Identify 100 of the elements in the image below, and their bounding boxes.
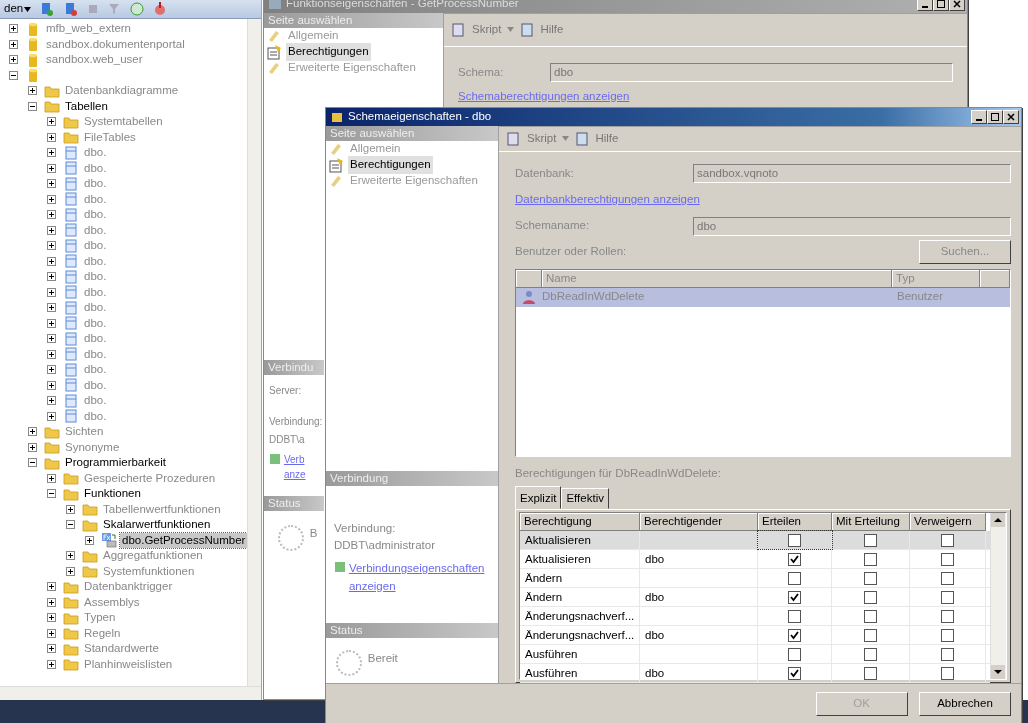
tab[interactable]: Effektiv [561,487,609,509]
link[interactable]: Schemaberechtigungen anzeigen [458,87,630,105]
expand-toggle-icon[interactable] [47,349,56,359]
database-field[interactable]: sandbox.vqnoto [693,164,1011,184]
checkbox[interactable] [788,609,801,623]
tree-item[interactable]: dbo. [82,145,109,161]
tree-item[interactable]: Funktionen [82,486,143,502]
expand-toggle-icon[interactable] [28,442,37,452]
link[interactable]: anze [283,467,306,483]
script-button[interactable]: Skript [472,20,502,39]
expand-toggle-icon[interactable] [47,473,56,483]
expand-toggle-icon[interactable] [47,365,56,375]
tree-item[interactable]: Sichten [63,424,106,440]
permission-row[interactable]: Aktualisieren dbo [520,550,990,569]
tree-item[interactable]: dbo. [82,331,109,347]
checkbox[interactable] [941,533,954,547]
checkbox[interactable] [864,533,877,547]
maximize-icon[interactable] [990,112,1000,122]
expand-toggle-icon[interactable] [66,566,75,576]
tree-item[interactable]: dbo. [82,253,109,269]
tree-item[interactable]: dbo. [82,207,109,223]
expand-toggle-icon[interactable] [47,179,56,189]
checkbox[interactable] [788,590,801,604]
tree-item[interactable]: Regeln [82,625,123,641]
connect-icon[interactable] [39,1,56,17]
tree-item[interactable]: dbo. [82,191,109,207]
tree-item[interactable]: dbo. [82,346,109,362]
checkbox[interactable] [788,533,801,547]
expand-toggle-icon[interactable] [47,411,56,421]
expand-toggle-icon[interactable] [66,504,75,514]
tree-item[interactable]: dbo.GetProcessNumber [120,532,247,548]
expand-toggle-icon[interactable] [9,24,18,34]
horizontal-scrollbar[interactable] [0,686,261,700]
tree-item[interactable]: dbo. [82,408,109,424]
expand-toggle-icon[interactable] [47,132,56,142]
cancel-button[interactable]: Abbrechen [919,692,1011,716]
checkbox[interactable] [788,628,801,642]
vertical-scrollbar[interactable] [247,19,261,686]
checkbox[interactable] [864,628,877,642]
expand-toggle-icon[interactable] [28,86,37,96]
expand-toggle-icon[interactable] [47,163,56,173]
checkbox[interactable] [864,609,877,623]
tree-item[interactable]: dbo. [82,362,109,378]
tree-item[interactable]: sandbox.web_user [44,52,145,68]
expand-toggle-icon[interactable] [47,613,56,623]
schema-field[interactable]: dbo [550,63,953,82]
tree-item[interactable]: Tabellen [63,98,110,114]
tree-item[interactable]: Synonyme [63,439,122,455]
scroll-up-icon[interactable] [991,513,1005,527]
checkbox[interactable] [864,571,877,585]
expand-toggle-icon[interactable] [47,582,56,592]
checkbox[interactable] [788,666,801,680]
tree-item[interactable]: Typen [82,610,118,626]
tree-item[interactable]: dbo. [82,269,109,285]
expand-toggle-icon[interactable] [66,520,75,530]
permission-row[interactable]: Ändern dbo [520,588,990,607]
checkbox[interactable] [941,590,954,604]
page-item[interactable]: Allgemein [286,27,341,45]
checkbox[interactable] [941,571,954,585]
checkbox[interactable] [864,666,877,680]
tree-item[interactable]: Datenbankdiagramme [63,83,181,99]
tree-item[interactable]: Assemblys [82,594,142,610]
checkbox[interactable] [941,628,954,642]
vertical-scrollbar[interactable] [990,513,1006,679]
help-button[interactable]: Hilfe [540,20,564,39]
tree-item[interactable]: dbo. [82,176,109,192]
checkbox[interactable] [864,647,877,661]
tree-item[interactable]: Aggregatfunktionen [101,548,205,564]
expand-toggle-icon[interactable] [47,117,56,127]
expand-toggle-icon[interactable] [47,318,56,328]
permission-row[interactable]: Änderungsnachverf... dbo [520,626,990,645]
expand-toggle-icon[interactable] [47,644,56,654]
search-button[interactable]: Suchen... [919,239,1011,264]
tree-item[interactable]: dbo. [82,315,109,331]
page-item[interactable]: Berechtigungen [348,156,433,174]
column-header[interactable]: Typ [892,269,980,288]
disconnect-icon[interactable] [63,1,80,17]
column-header[interactable]: Name [542,269,892,288]
tree-item[interactable]: sandbox.dokumentenportal [44,36,187,52]
tree-item[interactable]: FileTables [82,129,138,145]
page-item[interactable]: Berechtigungen [286,43,371,61]
link[interactable]: Verbindungseigenschaften anzeigen [348,560,489,595]
column-header[interactable]: Berechtigender [640,513,758,531]
expand-toggle-icon[interactable] [28,101,37,111]
page-item[interactable]: Allgemein [348,140,403,158]
expand-toggle-icon[interactable] [47,628,56,638]
expand-toggle-icon[interactable] [47,210,56,220]
checkbox[interactable] [864,552,877,566]
column-header[interactable] [516,269,542,288]
expand-toggle-icon[interactable] [9,55,18,65]
column-header[interactable] [980,269,1010,288]
link[interactable]: Datenbankberechtigungen anzeigen [515,191,700,209]
expand-toggle-icon[interactable] [47,194,56,204]
checkbox[interactable] [941,609,954,623]
schema-name-field[interactable]: dbo [693,216,1011,236]
tree-item[interactable]: Gespeicherte Prozeduren [82,470,218,486]
checkbox[interactable] [941,666,954,680]
permission-row[interactable]: Ausführen [520,645,990,664]
tree-item[interactable]: dbo. [82,377,109,393]
expand-toggle-icon[interactable] [47,241,56,251]
